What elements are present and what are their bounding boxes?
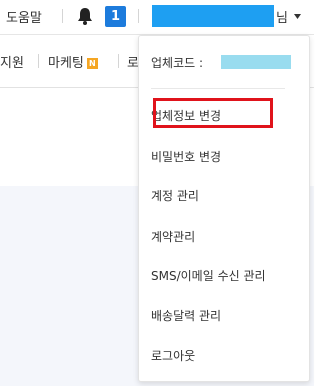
menu-item-change-password[interactable]: 비밀번호 변경 <box>151 148 221 165</box>
nav-divider <box>118 54 119 68</box>
menu-item-company-info[interactable]: 업체정보 변경 <box>151 107 221 124</box>
header-divider <box>62 9 63 23</box>
company-code-label: 업체코드 : <box>151 56 204 70</box>
account-dropdown-menu: 업체코드 : 업체정보 변경 비밀번호 변경 계정 관리 계약관리 SMS/이메… <box>138 35 310 382</box>
menu-divider <box>151 88 285 89</box>
header-divider <box>138 9 139 23</box>
new-badge: N <box>86 58 98 69</box>
nav-item-marketing[interactable]: 마케팅 N <box>48 52 98 71</box>
user-suffix[interactable]: 님 <box>276 7 288 26</box>
notification-count-badge[interactable]: 1 <box>105 6 126 27</box>
bell-icon[interactable] <box>75 6 95 26</box>
menu-item-logout[interactable]: 로그아웃 <box>151 347 195 364</box>
menu-item-sms-email-subscription[interactable]: SMS/이메일 수신 관리 <box>151 267 266 284</box>
menu-item-contract-management[interactable]: 계약관리 <box>151 228 195 245</box>
help-link[interactable]: 도움말 <box>6 7 42 26</box>
menu-item-account-management[interactable]: 계정 관리 <box>151 187 199 204</box>
nav-item-support[interactable]: 지원 <box>0 52 24 71</box>
user-name-redacted[interactable] <box>152 5 274 27</box>
nav-divider <box>38 54 39 68</box>
nav-item-label: 마케팅 <box>48 56 84 71</box>
chevron-down-icon[interactable] <box>294 14 301 19</box>
company-code-value-redacted <box>221 55 291 69</box>
top-header: 도움말 1 님 <box>0 0 314 34</box>
menu-item-delivery-calendar[interactable]: 배송달력 관리 <box>151 307 221 324</box>
